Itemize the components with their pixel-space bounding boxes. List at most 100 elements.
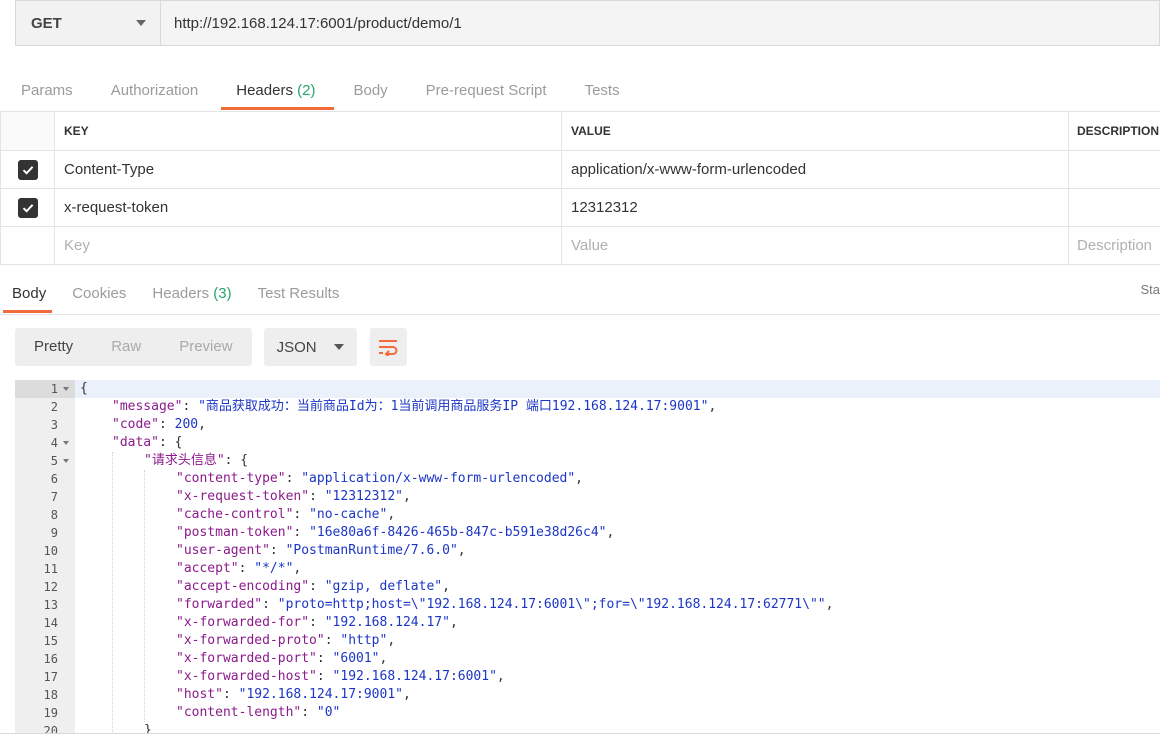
code-line: 20} (15, 722, 1160, 733)
line-number: 6 (50, 472, 58, 486)
fold-toggle-icon[interactable] (63, 387, 69, 391)
select-column-header (0, 112, 55, 150)
code-line: 12 "accept-encoding": "gzip, deflate", (15, 578, 1160, 596)
code-line: 7 "x-request-token": "12312312", (15, 488, 1160, 506)
new-value-input[interactable]: Value (562, 227, 1069, 264)
tab-test-results[interactable]: Test Results (245, 276, 353, 315)
tab-count: (3) (213, 285, 232, 302)
code-line: 17 "x-forwarded-host": "192.168.124.17:60… (15, 668, 1160, 686)
tab-params[interactable]: Params (0, 74, 92, 112)
line-number: 13 (43, 598, 58, 612)
code-line: 13 "forwarded": "proto=http;host=\"192.16… (15, 596, 1160, 614)
headers-table: KEY VALUE DESCRIPTION Content-Type appli… (0, 112, 1160, 265)
code-text: "code": 200, (112, 417, 206, 432)
response-toolbar: Pretty Raw Preview JSON (15, 328, 407, 366)
table-row: Content-Type application/x-www-form-urle… (0, 151, 1160, 189)
tab-cookies[interactable]: Cookies (59, 276, 139, 315)
code-text: "x-forwarded-proto": "http", (176, 633, 396, 648)
code-text: "请求头信息": { (144, 453, 249, 468)
method-select[interactable]: GET (16, 1, 161, 45)
header-value-cell[interactable]: 12312312 (562, 189, 1069, 226)
tab-authorization[interactable]: Authorization (92, 74, 218, 112)
code-line: 14 "x-forwarded-for": "192.168.124.17", (15, 614, 1160, 632)
url-input[interactable]: http://192.168.124.17:6001/product/demo/… (161, 1, 1159, 45)
code-line: 16 "x-forwarded-port": "6001", (15, 650, 1160, 668)
line-number: 15 (43, 634, 58, 648)
line-number: 10 (43, 544, 58, 558)
checkmark-icon (22, 203, 33, 213)
code-text: } (144, 723, 152, 733)
code-text: "x-forwarded-for": "192.168.124.17", (176, 615, 458, 630)
view-mode-switch: Pretty Raw Preview (15, 328, 252, 366)
code-text: "data": { (112, 435, 183, 450)
tab-label: Cookies (72, 285, 127, 302)
wrap-lines-icon (379, 340, 398, 356)
tab-label: Authorization (110, 82, 199, 99)
tab-label: Params (21, 82, 73, 99)
column-header-description: DESCRIPTION (1077, 124, 1160, 138)
fold-toggle-icon[interactable] (63, 459, 69, 463)
tab-body[interactable]: Body (334, 74, 406, 112)
wrap-lines-button[interactable] (369, 328, 407, 366)
checkbox[interactable] (17, 159, 38, 180)
code-text: "x-request-token": "12312312", (176, 489, 411, 504)
code-text: "forwarded": "proto=http;host=\"192.168.… (176, 597, 834, 612)
status-label: Sta (1140, 282, 1160, 297)
tab-label: Test Results (257, 285, 340, 302)
code-text: "content-length": "0" (176, 705, 341, 720)
header-key-cell[interactable]: Content-Type (55, 151, 562, 188)
header-description-cell[interactable] (1069, 151, 1160, 188)
column-header-key: KEY (55, 112, 562, 150)
table-row-new: Key Value Description (0, 227, 1160, 265)
code-line: 8 "cache-control": "no-cache", (15, 506, 1160, 524)
fold-toggle-icon[interactable] (63, 441, 69, 445)
line-number: 20 (43, 724, 58, 733)
response-body-editor[interactable]: 1{2 "message": "商品获取成功：当前商品Id为：1当前调用商品服务I… (15, 380, 1160, 733)
method-label: GET (31, 14, 62, 32)
tab-label: Body (12, 285, 47, 302)
tab-headers[interactable]: Headers (2) (217, 74, 335, 112)
header-description-cell[interactable] (1069, 189, 1160, 226)
tab-response-headers[interactable]: Headers (3) (139, 276, 244, 315)
line-number: 16 (43, 652, 58, 666)
format-select[interactable]: JSON (263, 328, 357, 366)
row-checkbox-cell (0, 189, 55, 226)
request-tabs: Params Authorization Headers (2) Body Pr… (0, 74, 1160, 112)
format-label: JSON (276, 338, 317, 356)
line-number: 9 (50, 526, 58, 540)
preview-button[interactable]: Preview (160, 328, 251, 366)
tab-count: (2) (297, 82, 316, 99)
code-line: 10 "user-agent": "PostmanRuntime/7.6.0", (15, 542, 1160, 560)
header-value-cell[interactable]: application/x-www-form-urlencoded (562, 151, 1069, 188)
tab-label: Pre-request Script (425, 82, 547, 99)
code-text: "cache-control": "no-cache", (176, 507, 396, 522)
tab-response-body[interactable]: Body (0, 276, 59, 315)
pretty-button[interactable]: Pretty (15, 328, 92, 366)
tab-pre-request-script[interactable]: Pre-request Script (407, 74, 566, 112)
raw-button[interactable]: Raw (92, 328, 160, 366)
checkmark-icon (22, 165, 33, 175)
row-checkbox-cell (0, 151, 55, 188)
row-checkbox-cell (0, 227, 55, 264)
line-number: 14 (43, 616, 58, 630)
code-text: "postman-token": "16e80a6f-8426-465b-847… (176, 525, 615, 540)
code-line: 5 "请求头信息": { (15, 452, 1160, 470)
line-number: 8 (50, 508, 58, 522)
request-url-bar: GET http://192.168.124.17:6001/product/d… (15, 0, 1160, 46)
tab-tests[interactable]: Tests (566, 74, 639, 112)
tab-label: Headers (236, 82, 293, 99)
line-number: 12 (43, 580, 58, 594)
line-number: 11 (43, 562, 58, 576)
line-number: 18 (43, 688, 58, 702)
new-description-input[interactable]: Description (1069, 227, 1160, 264)
code-line: 9 "postman-token": "16e80a6f-8426-465b-84… (15, 524, 1160, 542)
code-line: 19 "content-length": "0" (15, 704, 1160, 722)
checkbox[interactable] (17, 197, 38, 218)
indent-guide (144, 470, 145, 722)
code-text: "x-forwarded-port": "6001", (176, 651, 388, 666)
code-line: 2 "message": "商品获取成功：当前商品Id为：1当前调用商品服务IP … (15, 398, 1160, 416)
code-line: 18 "host": "192.168.124.17:9001", (15, 686, 1160, 704)
header-key-cell[interactable]: x-request-token (55, 189, 562, 226)
code-line: 4 "data": { (15, 434, 1160, 452)
new-key-input[interactable]: Key (55, 227, 562, 264)
